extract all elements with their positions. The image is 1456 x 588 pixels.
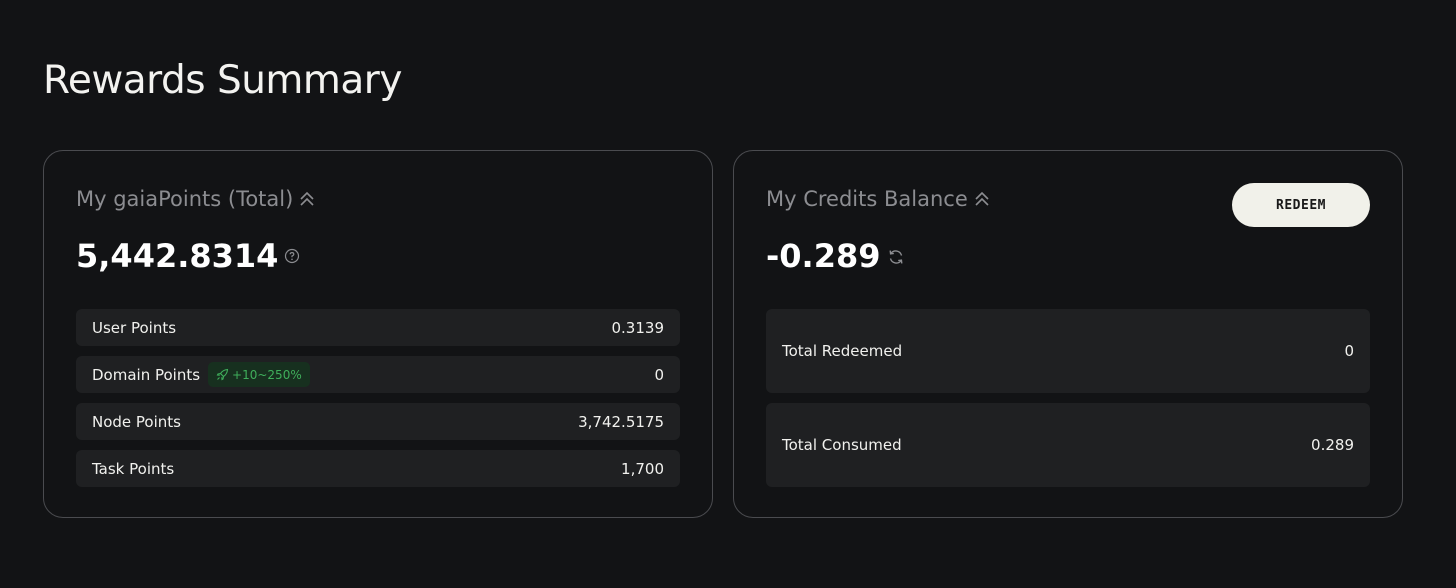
boost-badge: +10~250% bbox=[208, 362, 310, 387]
points-row-value: 0 bbox=[654, 365, 664, 384]
points-row-value: 3,742.5175 bbox=[578, 412, 664, 431]
points-row-label: Task Points bbox=[92, 459, 175, 478]
points-row-label: Node Points bbox=[92, 412, 181, 431]
credits-card: My Credits Balance REDEEM -0.289 Total R… bbox=[733, 150, 1403, 518]
credits-balance: -0.289 bbox=[766, 237, 881, 275]
gaiapoints-total: 5,442.8314 bbox=[76, 237, 279, 275]
points-row-node: Node Points 3,742.5175 bbox=[76, 403, 680, 440]
points-row-task: Task Points 1,700 bbox=[76, 450, 680, 487]
gaiapoints-heading-label: My gaiaPoints (Total) bbox=[76, 187, 294, 211]
rocket-icon bbox=[216, 368, 229, 381]
credits-row-value: 0 bbox=[1344, 342, 1354, 360]
credits-row-label: Total Consumed bbox=[782, 436, 902, 454]
chevron-double-up-icon[interactable] bbox=[299, 190, 315, 208]
gaiapoints-total-wrap: 5,442.8314 bbox=[76, 237, 300, 275]
gaiapoints-heading[interactable]: My gaiaPoints (Total) bbox=[76, 187, 315, 211]
redeem-button[interactable]: REDEEM bbox=[1232, 183, 1370, 227]
points-row-domain: Domain Points +10~250% 0 bbox=[76, 356, 680, 393]
boost-badge-text: +10~250% bbox=[232, 367, 302, 382]
refresh-icon[interactable] bbox=[887, 248, 903, 264]
points-row-label: Domain Points bbox=[92, 365, 201, 384]
credits-row-redeemed: Total Redeemed 0 bbox=[766, 309, 1370, 393]
credits-row-label: Total Redeemed bbox=[782, 342, 903, 360]
gaiapoints-card: My gaiaPoints (Total) 5,442.8314 User Po… bbox=[43, 150, 713, 518]
credits-row-value: 0.289 bbox=[1311, 436, 1354, 454]
help-icon[interactable] bbox=[284, 248, 300, 264]
points-row-label: User Points bbox=[92, 318, 177, 337]
credits-breakdown-list: Total Redeemed 0 Total Consumed 0.289 bbox=[766, 309, 1370, 497]
points-breakdown-list: User Points 0.3139 Domain Points +10~250… bbox=[76, 309, 680, 497]
points-row-user: User Points 0.3139 bbox=[76, 309, 680, 346]
points-row-value: 0.3139 bbox=[611, 318, 665, 337]
points-row-label-wrap: Domain Points +10~250% bbox=[92, 362, 654, 387]
page-title: Rewards Summary bbox=[43, 58, 402, 103]
chevron-double-up-icon[interactable] bbox=[974, 190, 990, 208]
credits-row-consumed: Total Consumed 0.289 bbox=[766, 403, 1370, 487]
points-row-value: 1,700 bbox=[621, 459, 664, 478]
credits-heading[interactable]: My Credits Balance bbox=[766, 187, 990, 211]
credits-heading-label: My Credits Balance bbox=[766, 187, 968, 211]
credits-balance-wrap: -0.289 bbox=[766, 237, 903, 275]
